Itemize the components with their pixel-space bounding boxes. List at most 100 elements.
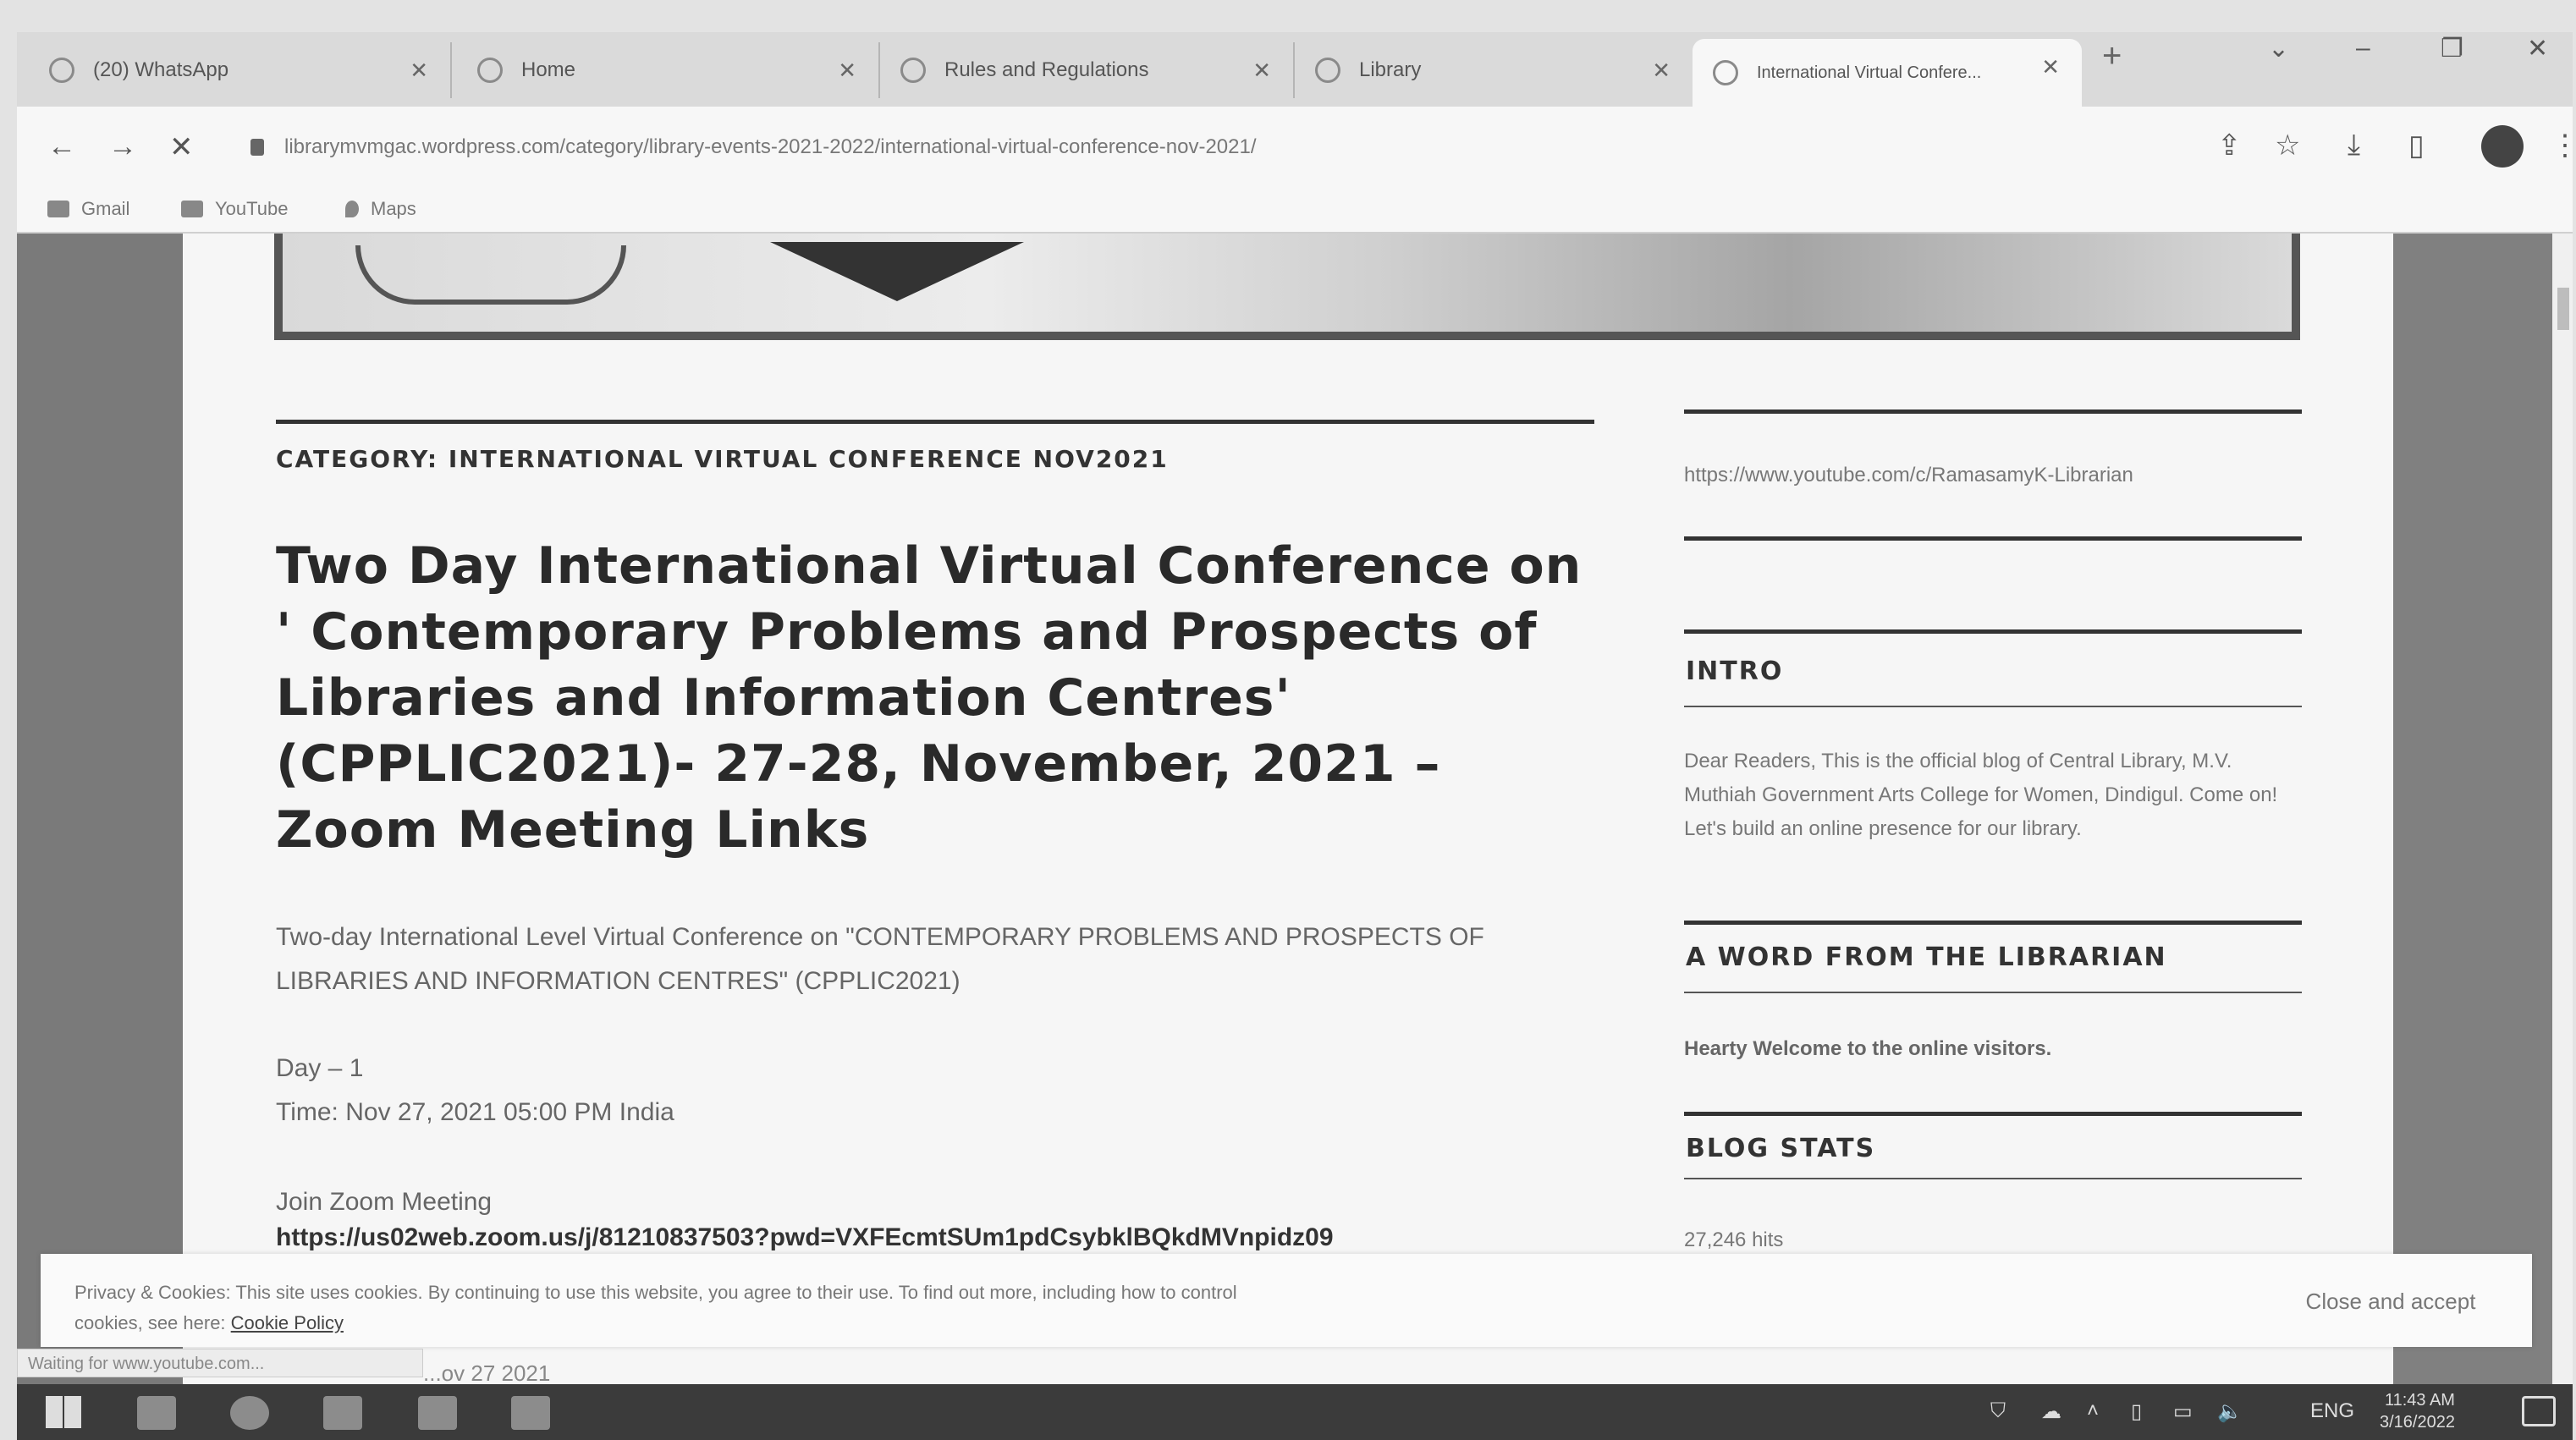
- tab-bar: (20) WhatsApp ✕ Home ✕ Rules and Regulat…: [17, 32, 2573, 107]
- chevron-down-icon[interactable]: ⌄: [2268, 34, 2289, 63]
- post-title[interactable]: Two Day International Virtual Conference…: [276, 533, 1613, 863]
- clock-date: 3/16/2022: [2380, 1413, 2455, 1432]
- divider: [1684, 409, 2302, 414]
- join-label: Join Zoom Meeting: [276, 1188, 493, 1216]
- bookmark-label: Maps: [371, 198, 416, 219]
- star-icon[interactable]: ☆: [2275, 129, 2300, 162]
- bookmarks-bar: Gmail YouTube Maps: [17, 188, 2573, 234]
- divider: [1684, 629, 2302, 634]
- tab-rules[interactable]: Rules and Regulations ✕: [880, 42, 1295, 98]
- bookmark-label: Gmail: [81, 198, 130, 219]
- intro-widget-text: Dear Readers, This is the official blog …: [1684, 750, 2278, 840]
- browser-status-bar: Waiting for www.youtube.com...: [17, 1349, 423, 1377]
- scrollbar-thumb[interactable]: [2557, 288, 2569, 330]
- librarian-widget-text: Hearty Welcome to the online visitors.: [1684, 1037, 2052, 1060]
- windows-start-icon[interactable]: [46, 1396, 81, 1428]
- divider: [1684, 1178, 2302, 1179]
- bookmark-gmail[interactable]: Gmail: [47, 198, 129, 220]
- minimize-icon[interactable]: –: [2356, 34, 2370, 63]
- powerpoint-icon[interactable]: [511, 1396, 550, 1430]
- zoom-meeting-link[interactable]: https://us02web.zoom.us/j/81210837503?pw…: [276, 1223, 1334, 1252]
- cloud-tray-icon[interactable]: ☁: [2041, 1399, 2061, 1424]
- post-intro: Two-day International Level Virtual Conf…: [276, 923, 1484, 995]
- volume-tray-icon[interactable]: 🔈: [2217, 1399, 2243, 1424]
- divider: [1684, 992, 2302, 993]
- close-icon[interactable]: ✕: [1252, 58, 1271, 84]
- close-icon[interactable]: ✕: [2041, 54, 2060, 80]
- restore-icon[interactable]: ❐: [2441, 34, 2463, 63]
- divider: [1684, 921, 2302, 925]
- blog-stats-title: BLOG STATS: [1686, 1134, 1876, 1163]
- file-explorer-icon[interactable]: [137, 1396, 176, 1430]
- youtube-channel-link[interactable]: https://www.youtube.com/c/RamasamyK-Libr…: [1684, 464, 2133, 487]
- chevron-up-icon[interactable]: ˄: [2087, 1399, 2099, 1423]
- tab-label: Home: [521, 58, 576, 81]
- cookie-policy-link[interactable]: Cookie Policy: [231, 1312, 344, 1333]
- display-tray-icon[interactable]: ▭: [2173, 1399, 2193, 1424]
- day-label: Day – 1: [276, 1054, 364, 1082]
- language-indicator[interactable]: ENG: [2310, 1399, 2354, 1423]
- whatsapp-icon: [49, 58, 74, 83]
- bookmark-label: YouTube: [215, 198, 289, 219]
- usb-tray-icon[interactable]: ▯: [2131, 1399, 2142, 1424]
- divider: [1684, 1112, 2302, 1116]
- tab-label: Rules and Regulations: [944, 58, 1149, 81]
- divider: [1684, 536, 2302, 541]
- tab-label: International Virtual Confere...: [1757, 63, 1982, 82]
- intro-widget-title: INTRO: [1686, 657, 1784, 686]
- post-date-partial: ...ov 27 2021: [423, 1360, 551, 1386]
- download-icon[interactable]: ⤓: [2348, 129, 2360, 162]
- cookie-text: Privacy & Cookies: This site uses cookie…: [74, 1278, 1259, 1338]
- youtube-icon: [181, 201, 203, 217]
- close-and-accept-button[interactable]: Close and accept: [2285, 1279, 2496, 1323]
- divider: [276, 420, 1594, 424]
- tab-whatsapp[interactable]: (20) WhatsApp ✕: [29, 42, 452, 98]
- divider: [1684, 706, 2302, 707]
- tab-label: Library: [1359, 58, 1422, 81]
- windows-taskbar: ⛉ ☁ ˄ ▯ ▭ 🔈 ENG 11:43 AM 3/16/2022: [17, 1384, 2573, 1440]
- close-icon[interactable]: ✕: [838, 58, 856, 84]
- page-background-right: [2393, 234, 2552, 1384]
- new-tab-button[interactable]: +: [2102, 37, 2122, 75]
- bookmark-maps[interactable]: Maps: [345, 198, 416, 220]
- system-clock[interactable]: 11:43 AM 3/16/2022: [2380, 1389, 2455, 1433]
- college-seal-image: [355, 245, 626, 305]
- clock-time: 11:43 AM: [2384, 1391, 2455, 1410]
- sidepanel-icon[interactable]: ▯: [2408, 129, 2425, 162]
- word-icon[interactable]: [418, 1396, 457, 1430]
- tab-label: (20) WhatsApp: [93, 58, 229, 81]
- share-icon[interactable]: ⇪: [2217, 129, 2242, 162]
- bookmark-youtube[interactable]: YouTube: [181, 198, 288, 220]
- lock-icon: [250, 139, 264, 156]
- page-background-left: [17, 234, 183, 1384]
- tab-library[interactable]: Library ✕: [1295, 42, 1693, 98]
- address-text: librarymvmgac.wordpress.com/category/lib…: [284, 135, 1257, 158]
- category-heading: CATEGORY: INTERNATIONAL VIRTUAL CONFEREN…: [276, 445, 1169, 473]
- librarian-widget-title: A WORD FROM THE LIBRARIAN: [1686, 943, 2167, 972]
- back-icon[interactable]: ←: [47, 130, 76, 163]
- globe-icon: [900, 58, 926, 83]
- edge-icon[interactable]: [323, 1396, 362, 1430]
- cookie-banner: Privacy & Cookies: This site uses cookie…: [41, 1254, 2532, 1347]
- browser-toolbar: ← → ✕ librarymvmgac.wordpress.com/catego…: [17, 107, 2576, 188]
- blog-stats-hits: 27,246 hits: [1684, 1228, 1784, 1251]
- gmail-icon: [47, 201, 69, 217]
- loading-icon: [1713, 60, 1738, 85]
- map-pin-icon: [345, 201, 359, 217]
- chrome-icon[interactable]: [230, 1396, 269, 1430]
- notification-icon[interactable]: [2522, 1396, 2556, 1426]
- menu-icon[interactable]: ⋮: [2551, 129, 2576, 162]
- globe-icon: [1315, 58, 1340, 83]
- tab-conference[interactable]: International Virtual Confere... ✕: [1693, 39, 2082, 107]
- stop-icon[interactable]: ✕: [169, 130, 194, 164]
- scrollbar[interactable]: [2552, 234, 2573, 1384]
- globe-icon: [477, 58, 503, 83]
- close-icon[interactable]: ✕: [410, 58, 428, 84]
- close-window-icon[interactable]: ✕: [2527, 34, 2548, 63]
- forward-icon[interactable]: →: [108, 130, 137, 163]
- address-bar[interactable]: librarymvmgac.wordpress.com/category/lib…: [250, 125, 2197, 169]
- close-icon[interactable]: ✕: [1652, 58, 1671, 84]
- tab-home[interactable]: Home ✕: [457, 42, 880, 98]
- network-tray-icon[interactable]: ⛉: [1990, 1399, 2006, 1423]
- profile-avatar[interactable]: [2481, 125, 2524, 168]
